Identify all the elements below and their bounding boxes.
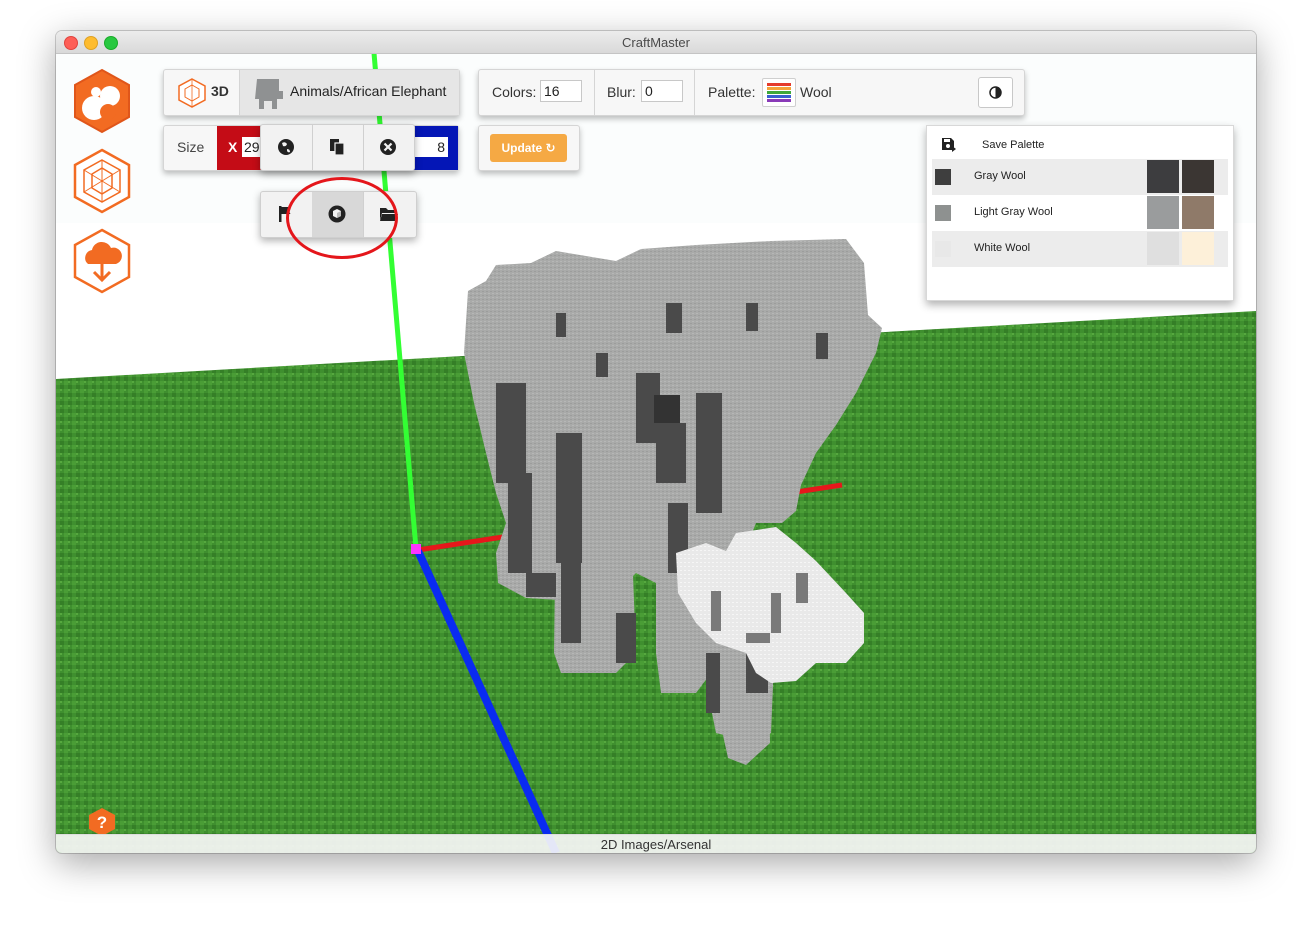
svg-text:?: ? — [97, 813, 107, 832]
size-x-group: X 29 — [217, 126, 264, 170]
blur-input[interactable]: 0 — [641, 80, 683, 102]
import-icon[interactable] — [72, 228, 132, 294]
colors-label: Colors: — [492, 84, 537, 100]
title-bar: CraftMaster — [56, 31, 1256, 54]
blur-label: Blur: — [607, 84, 636, 100]
size-label: Size — [177, 139, 205, 155]
model-name-label: Animals/African Elephant — [290, 83, 447, 99]
contrast-button[interactable] — [978, 77, 1013, 108]
refresh-icon: ↻ — [545, 141, 556, 155]
update-button[interactable]: Update ↻ — [490, 134, 567, 162]
3d-mode-icon — [178, 78, 206, 108]
colors-input[interactable]: 16 — [540, 80, 582, 102]
light-gray-wool-swatch — [935, 205, 951, 221]
contrast-icon — [989, 86, 1002, 99]
white-wool-swatch — [935, 241, 951, 257]
gray-wool-swatch — [935, 169, 951, 185]
flag-button[interactable] — [261, 192, 313, 237]
close-button[interactable] — [363, 125, 414, 170]
cube-button[interactable] — [312, 192, 364, 237]
palette-item[interactable]: Light Gray Wool — [932, 195, 1228, 231]
divider — [694, 70, 695, 115]
copy-button[interactable] — [312, 125, 364, 170]
flag-icon — [279, 206, 291, 222]
3d-model-icon[interactable] — [72, 148, 132, 214]
palette-item-label: Gray Wool — [974, 170, 1026, 182]
color-chip[interactable] — [1182, 232, 1214, 265]
3d-viewport[interactable]: 3D Animals/African Elephant Size X 29 8 … — [56, 53, 1256, 853]
palette-item-label: White Wool — [974, 242, 1031, 254]
update-label: Update — [501, 141, 543, 155]
model-selector-panel: 3D Animals/African Elephant — [163, 69, 460, 116]
save-palette-button[interactable]: Save Palette — [932, 131, 1228, 159]
axis-origin — [411, 544, 421, 554]
size-z-input[interactable]: 8 — [414, 137, 448, 157]
palette-item[interactable]: Gray Wool — [932, 159, 1228, 195]
close-icon — [380, 139, 396, 155]
status-text: 2D Images/Arsenal — [600, 837, 712, 852]
save-icon — [942, 138, 956, 152]
folder-open-button[interactable] — [363, 192, 414, 237]
elephant-thumbnail-icon — [255, 79, 283, 109]
color-chip[interactable] — [1147, 160, 1179, 193]
palette-swatch-icon[interactable] — [762, 78, 796, 107]
palette-item-label: Light Gray Wool — [974, 206, 1053, 218]
color-chip[interactable] — [1147, 232, 1179, 265]
palette-label: Palette: — [708, 84, 756, 100]
color-chip[interactable] — [1182, 196, 1214, 229]
export-popup — [260, 191, 417, 238]
globe-button[interactable] — [261, 125, 313, 170]
color-chip[interactable] — [1182, 160, 1214, 193]
palette-item[interactable]: White Wool — [932, 231, 1228, 267]
save-palette-label: Save Palette — [982, 139, 1045, 151]
mode-3d-button[interactable]: 3D — [164, 70, 240, 115]
copy-icon — [330, 139, 345, 156]
mode-3d-label: 3D — [211, 83, 229, 99]
settings-panel: Colors: 16 Blur: 0 Palette: Wool — [478, 69, 1025, 116]
folder-open-icon — [380, 208, 398, 221]
palette-dropdown: Save Palette Gray Wool Light Gray Wool W… — [926, 125, 1234, 301]
model-name-button[interactable]: Animals/African Elephant — [240, 70, 459, 115]
globe-icon — [278, 139, 294, 155]
pixel-art-icon[interactable] — [72, 68, 132, 134]
app-window: CraftMaster 3D Animals/African Elephant … — [56, 31, 1256, 853]
size-z-group: 8 — [414, 126, 458, 170]
help-icon[interactable]: ? — [87, 807, 117, 837]
share-popup — [260, 124, 415, 171]
divider — [594, 70, 595, 115]
color-chip[interactable] — [1147, 196, 1179, 229]
cube-icon — [328, 205, 346, 223]
size-x-letter: X — [228, 139, 238, 155]
update-panel: Update ↻ — [478, 125, 580, 171]
status-bar: 2D Images/Arsenal — [56, 834, 1256, 853]
window-title: CraftMaster — [622, 35, 690, 50]
palette-value[interactable]: Wool — [800, 84, 832, 100]
